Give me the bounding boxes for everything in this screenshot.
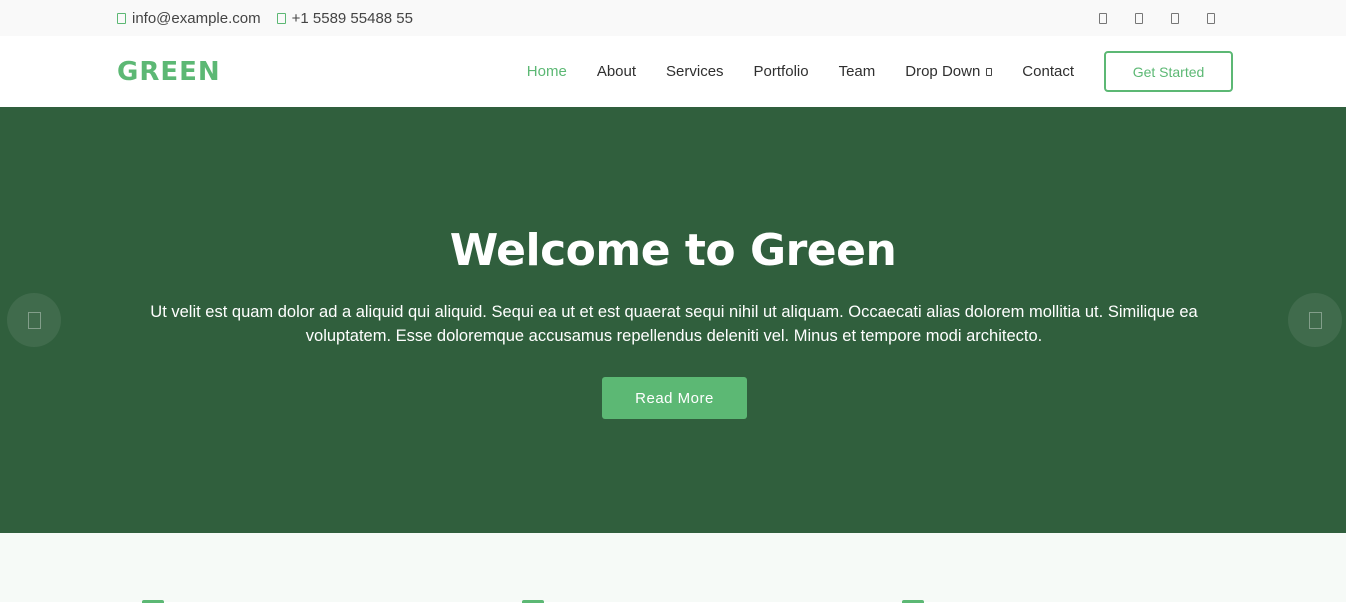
navbar: GREEN Home About Services Portfolio Team…	[0, 36, 1346, 107]
hero-title: Welcome to Green	[449, 225, 897, 276]
phone-item: +1 5589 55488 55	[276, 9, 413, 27]
phone-text: +1 5589 55488 55	[291, 9, 413, 27]
chevron-left-icon	[27, 311, 41, 329]
twitter-icon[interactable]	[1099, 12, 1107, 24]
nav-item-portfolio[interactable]: Portfolio	[754, 63, 809, 80]
social-links	[1099, 12, 1215, 24]
get-started-button[interactable]: Get Started	[1104, 51, 1233, 92]
nav-item-contact[interactable]: Contact	[1022, 63, 1074, 80]
facebook-icon[interactable]	[1135, 12, 1143, 24]
read-more-button[interactable]: Read More	[602, 377, 747, 419]
nav-menu: Home About Services Portfolio Team Drop …	[497, 51, 1233, 92]
email-item: info@example.com	[117, 10, 261, 27]
carousel-next-button[interactable]	[1288, 293, 1342, 347]
carousel-prev-button[interactable]	[7, 293, 61, 347]
nav-item-dropdown[interactable]: Drop Down	[905, 63, 993, 80]
chevron-right-icon	[1308, 311, 1322, 329]
nav-item-home[interactable]: Home	[527, 63, 567, 80]
topbar: info@example.com +1 5589 55488 55	[0, 0, 1346, 36]
nav-item-services[interactable]: Services	[666, 63, 724, 80]
envelope-icon	[117, 12, 126, 24]
nav-item-dropdown-label: Drop Down	[905, 63, 981, 80]
nav-item-team[interactable]: Team	[839, 63, 876, 80]
hero-section: Welcome to Green Ut velit est quam dolor…	[0, 107, 1346, 533]
linkedin-icon[interactable]	[1207, 12, 1215, 24]
logo[interactable]: GREEN	[117, 57, 221, 87]
nav-item-about[interactable]: About	[597, 63, 636, 80]
chevron-down-icon	[986, 67, 993, 76]
features-section	[0, 533, 1346, 603]
phone-icon	[276, 12, 286, 24]
instagram-icon[interactable]	[1171, 12, 1179, 24]
contact-info: info@example.com +1 5589 55488 55	[117, 10, 413, 27]
hero-text: Ut velit est quam dolor ad a aliquid qui…	[150, 303, 1198, 345]
email-text[interactable]: info@example.com	[132, 10, 261, 27]
